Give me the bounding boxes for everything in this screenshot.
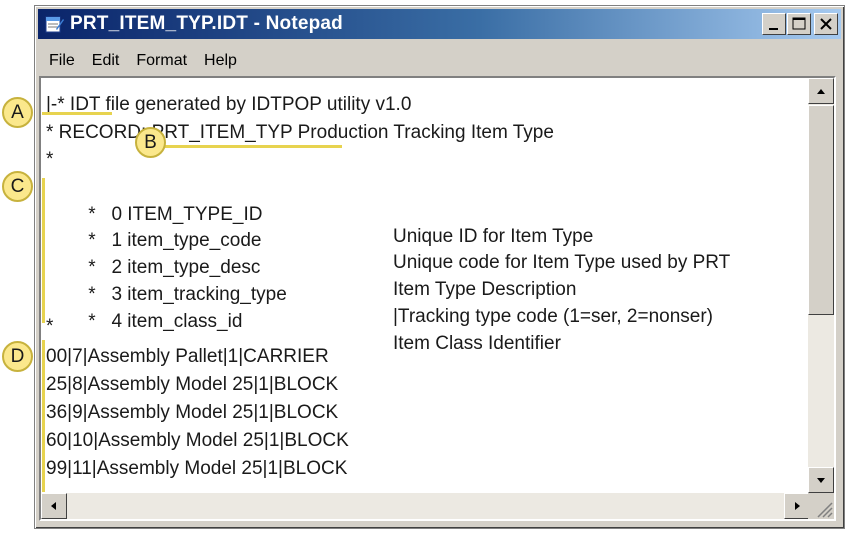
separator-line: * xyxy=(46,316,54,337)
arrow-up-icon xyxy=(817,89,825,94)
header-line-star: * xyxy=(46,149,54,170)
field-row-0: * 0 ITEM_TYPE_ID Unique ID for Item Type xyxy=(46,182,806,247)
menu-edit[interactable]: Edit xyxy=(92,52,120,70)
data-row: 99|11|Assembly Model 25|1|BLOCK xyxy=(46,458,348,479)
notepad-window: PRT_ITEM_TYP.IDT - Notepad File Edit For… xyxy=(34,5,845,529)
callout-a-badge: A xyxy=(2,97,33,128)
menu-bar: File Edit Format Help xyxy=(41,48,246,74)
horizontal-scrollbar[interactable] xyxy=(41,493,810,519)
title-bar[interactable]: PRT_ITEM_TYP.IDT - Notepad xyxy=(38,9,841,39)
data-row: 36|9|Assembly Model 25|1|BLOCK xyxy=(46,402,339,423)
close-icon xyxy=(820,18,832,30)
field-index: * 4 item_class_id xyxy=(88,311,243,332)
callout-b-badge: B xyxy=(135,127,166,158)
close-button[interactable] xyxy=(814,13,838,35)
field-row-2: * 2 item_type_desc Item Type Description xyxy=(46,235,806,300)
callout-d-line xyxy=(42,340,45,492)
resize-grip[interactable] xyxy=(808,493,834,519)
vertical-scroll-thumb[interactable] xyxy=(808,105,834,315)
arrow-down-icon xyxy=(817,478,825,483)
data-row: 60|10|Assembly Model 25|1|BLOCK xyxy=(46,430,349,451)
field-row-4: * 4 item_class_id Item Class Identifier xyxy=(46,289,806,354)
scroll-right-button[interactable] xyxy=(784,493,810,519)
minimize-button[interactable] xyxy=(762,13,786,35)
field-row-3: * 3 item_tracking_type |Tracking type co… xyxy=(46,262,806,327)
data-row: 25|8|Assembly Model 25|1|BLOCK xyxy=(46,374,339,395)
minimize-icon xyxy=(769,28,778,30)
callout-a-line xyxy=(42,112,112,115)
arrow-right-icon xyxy=(795,502,800,510)
window-title: PRT_ITEM_TYP.IDT - Notepad xyxy=(70,13,343,34)
maximize-icon xyxy=(792,17,806,30)
data-row: 00|7|Assembly Pallet|1|CARRIER xyxy=(46,346,329,367)
scroll-up-button[interactable] xyxy=(808,78,834,104)
resize-grip-icon xyxy=(817,502,833,518)
maximize-button[interactable] xyxy=(787,13,811,35)
scroll-left-button[interactable] xyxy=(41,493,67,519)
vertical-scrollbar[interactable] xyxy=(808,78,834,493)
callout-b-line xyxy=(162,145,342,148)
header-line-generated: |-* IDT file generated by IDTPOP utility… xyxy=(46,94,412,115)
callout-c-badge: C xyxy=(2,171,33,202)
field-description: Item Class Identifier xyxy=(393,333,561,354)
callout-c-line xyxy=(42,178,45,323)
menu-format[interactable]: Format xyxy=(136,52,187,70)
field-row-1: * 1 item_type_code Unique code for Item … xyxy=(46,208,806,273)
notepad-icon xyxy=(45,16,64,33)
menu-help[interactable]: Help xyxy=(204,52,237,70)
scroll-down-button[interactable] xyxy=(808,467,834,493)
arrow-left-icon xyxy=(51,502,56,510)
menu-file[interactable]: File xyxy=(49,52,75,70)
callout-d-badge: D xyxy=(2,341,33,372)
